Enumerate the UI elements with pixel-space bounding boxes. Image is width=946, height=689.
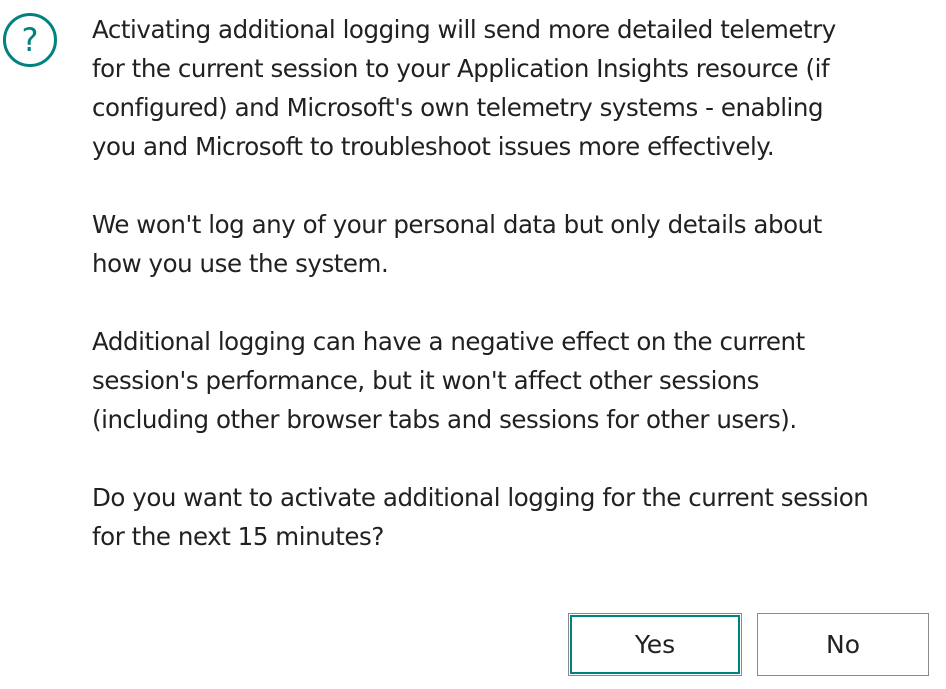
question-circle-icon: ? <box>2 12 58 68</box>
yes-button[interactable]: Yes <box>568 613 742 676</box>
message-paragraph-logging: Activating additional logging will send … <box>92 15 836 161</box>
message-paragraph-performance: Additional logging can have a negative e… <box>92 327 805 434</box>
message-paragraph-personal-data: We won't log any of your personal data b… <box>92 210 822 278</box>
dialog-message: Activating additional logging will send … <box>92 10 938 556</box>
message-paragraph-question: Do you want to activate additional loggi… <box>92 483 869 551</box>
no-button[interactable]: No <box>757 613 929 676</box>
svg-text:?: ? <box>22 21 39 59</box>
confirm-dialog: ? Activating additional logging will sen… <box>0 0 946 689</box>
